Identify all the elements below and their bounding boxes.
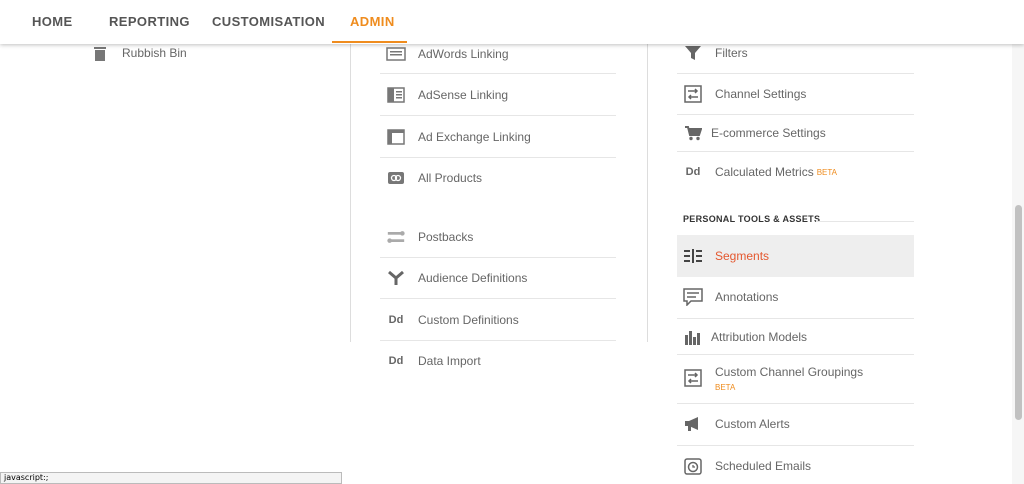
postbacks-label: Postbacks (418, 230, 474, 244)
data-import-link[interactable]: Dd Data Import (386, 341, 481, 381)
trash-icon (90, 43, 110, 63)
rubbish-bin-label: Rubbish Bin (122, 46, 187, 60)
calculated-metrics-link[interactable]: Dd Calculated Metrics BETA (683, 152, 837, 192)
ecommerce-settings-label: E-commerce Settings (711, 126, 826, 140)
link-icon (386, 168, 406, 188)
audience-icon (386, 268, 406, 288)
custom-definitions-label: Custom Definitions (418, 313, 519, 327)
ad-exchange-linking-link[interactable]: Ad Exchange Linking (386, 117, 531, 157)
audience-definitions-label: Audience Definitions (418, 271, 528, 285)
tab-customisation[interactable]: CUSTOMISATION (212, 0, 325, 44)
active-tab-indicator (332, 41, 407, 43)
calculated-metrics-label: Calculated Metrics (715, 165, 814, 179)
cart-icon (683, 123, 703, 143)
attribution-models-label: Attribution Models (711, 330, 808, 344)
segments-link[interactable]: Segments (683, 236, 769, 276)
scheduled-emails-link[interactable]: Scheduled Emails (683, 446, 811, 484)
segments-icon (683, 246, 703, 266)
adsense-linking-link[interactable]: AdSense Linking (386, 75, 508, 115)
custom-alerts-link[interactable]: Custom Alerts (683, 404, 790, 444)
postbacks-icon (386, 227, 406, 247)
top-nav: HOME REPORTING CUSTOMISATION ADMIN (0, 0, 1024, 44)
bar-chart-icon (683, 327, 703, 347)
column-divider (350, 44, 351, 342)
segments-label: Segments (715, 249, 770, 263)
divider (380, 115, 616, 116)
audience-definitions-link[interactable]: Audience Definitions (386, 258, 527, 298)
browser-status-bar: javascript:; (0, 472, 342, 484)
channel-icon (683, 368, 703, 388)
adwords-linking-label: AdWords Linking (418, 47, 509, 61)
filter-icon (683, 43, 703, 63)
tab-home[interactable]: HOME (32, 0, 73, 44)
tab-admin[interactable]: ADMIN (350, 0, 395, 44)
divider (380, 73, 616, 74)
beta-badge: BETA (715, 383, 736, 392)
channel-settings-link[interactable]: Channel Settings (683, 74, 806, 114)
clock-icon (683, 456, 703, 476)
custom-definitions-link[interactable]: Dd Custom Definitions (386, 300, 519, 340)
dd-icon: Dd (685, 166, 701, 178)
all-products-label: All Products (418, 171, 483, 185)
attribution-models-link[interactable]: Attribution Models (683, 317, 807, 357)
custom-channel-groupings-label: Custom Channel Groupings (715, 365, 864, 379)
ad-exchange-icon (386, 127, 406, 147)
all-products-link[interactable]: All Products (386, 158, 482, 198)
column-divider (647, 44, 648, 342)
dd-icon: Dd (388, 355, 404, 367)
divider (380, 298, 616, 299)
adsense-icon (386, 85, 406, 105)
scrollbar-thumb[interactable] (1015, 205, 1022, 420)
dd-icon: Dd (388, 314, 404, 326)
divider (816, 221, 914, 222)
custom-channel-groupings-link[interactable]: Custom Channel Groupings BETA (683, 358, 863, 398)
channel-icon (683, 84, 703, 104)
annotations-link[interactable]: Annotations (683, 277, 778, 317)
data-import-label: Data Import (418, 354, 481, 368)
annotations-label: Annotations (715, 290, 779, 304)
ecommerce-settings-link[interactable]: E-commerce Settings (683, 113, 826, 153)
ad-exchange-linking-label: Ad Exchange Linking (418, 130, 531, 144)
channel-settings-label: Channel Settings (715, 87, 807, 101)
filters-label: Filters (715, 46, 748, 60)
tab-reporting[interactable]: REPORTING (109, 0, 190, 44)
adsense-linking-label: AdSense Linking (418, 88, 509, 102)
personal-tools-heading: PERSONAL TOOLS & ASSETS (683, 214, 821, 224)
divider (677, 354, 914, 355)
annotation-icon (683, 287, 703, 307)
adwords-icon (386, 44, 406, 64)
postbacks-link[interactable]: Postbacks (386, 217, 473, 257)
custom-alerts-label: Custom Alerts (715, 417, 790, 431)
beta-badge: BETA (816, 167, 838, 177)
megaphone-icon (683, 414, 703, 434)
scheduled-emails-label: Scheduled Emails (715, 459, 812, 473)
